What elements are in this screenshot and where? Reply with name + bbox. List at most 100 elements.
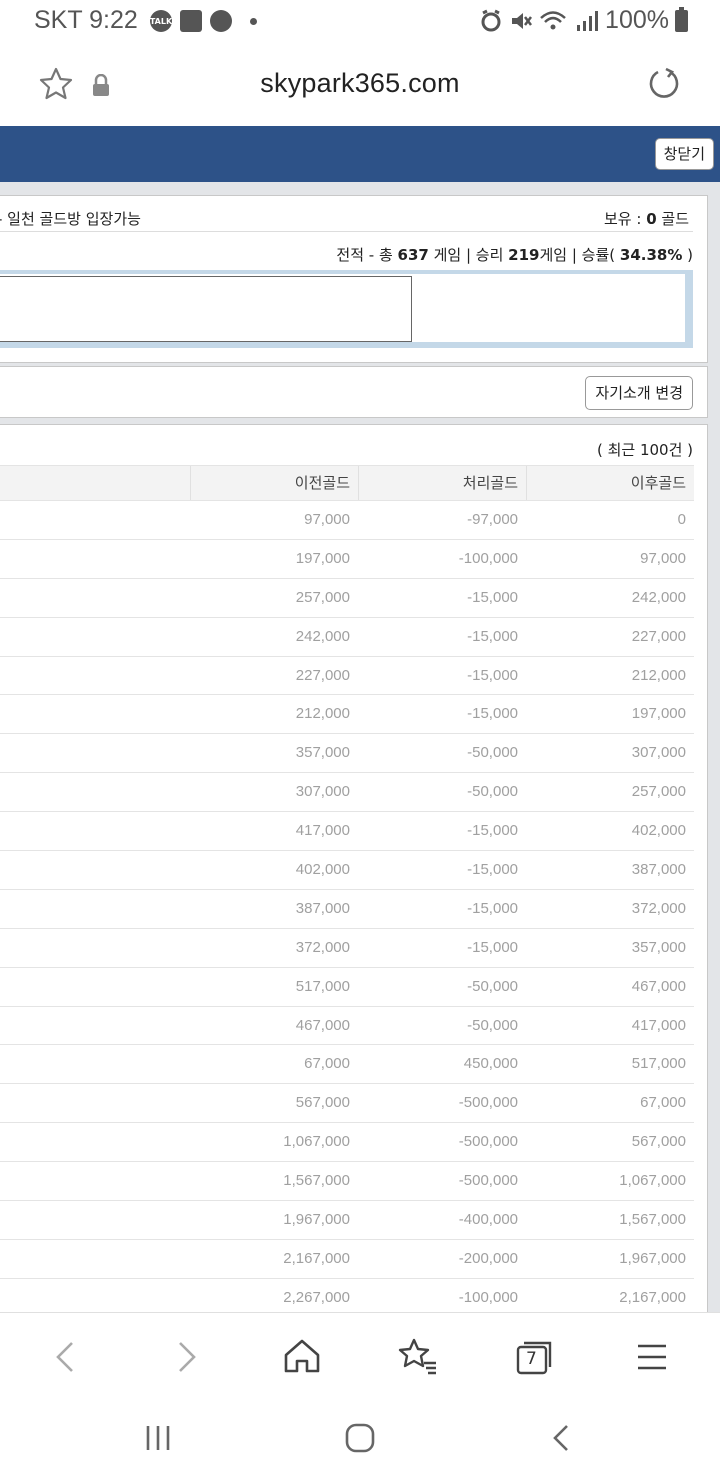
cell-after-gold: 257,000 <box>631 783 686 801</box>
back-icon[interactable] <box>44 1335 88 1379</box>
table-row: 1,067,000 -500,000 567,000 <box>0 1123 694 1163</box>
cell-description <box>0 618 190 656</box>
cell-change-gold: -15,000 <box>467 822 518 840</box>
cell-change-gold: -200,000 <box>458 1249 518 1267</box>
column-header-before: 이전골드 <box>190 466 358 500</box>
cell-description <box>0 734 190 772</box>
table-header: 이전골드 처리골드 이후골드 <box>0 465 694 501</box>
cell-after-gold: 357,000 <box>631 938 686 956</box>
cell-description <box>0 812 190 850</box>
url-text[interactable]: skypark365.com <box>0 68 720 99</box>
table-row: 517,000 -50,000 467,000 <box>0 968 694 1007</box>
table-row: 1,567,000 -500,000 1,067,000 <box>0 1162 694 1202</box>
cell-change-gold: -100,000 <box>458 549 518 567</box>
table-row: 97,000 -97,000 0 <box>0 501 694 540</box>
record-rate: 34.38% <box>619 246 683 264</box>
cell-change-gold: 450,000 <box>463 1055 518 1073</box>
more-notifications-dot <box>250 18 257 25</box>
cell-description <box>0 1084 190 1122</box>
record-wins: 219 <box>508 246 540 264</box>
cell-description <box>0 501 190 539</box>
cell-change-gold: -15,000 <box>467 861 518 879</box>
table-row: 67,000 450,000 517,000 <box>0 1045 694 1085</box>
cell-after-gold: 372,000 <box>631 899 686 917</box>
game-record: 전적 - 총 637 게임 | 승리 219게임 | 승률( 34.38% ) <box>336 244 693 265</box>
note-icon <box>180 10 202 32</box>
table-row: 307,000 -50,000 257,000 <box>0 773 694 813</box>
alarm-icon <box>481 9 501 31</box>
cell-description <box>0 773 190 811</box>
cell-before-gold: 387,000 <box>295 899 350 917</box>
column-header-change: 처리골드 <box>358 466 526 500</box>
home-icon[interactable] <box>280 1335 324 1379</box>
cell-after-gold: 387,000 <box>631 861 686 879</box>
table-row: 257,000 -15,000 242,000 <box>0 579 694 618</box>
holdings-prefix: 보유 : <box>603 210 647 228</box>
cell-after-gold: 307,000 <box>631 744 686 762</box>
cell-description <box>0 851 190 889</box>
cell-change-gold: -500,000 <box>458 1094 518 1112</box>
record-mid1: 게임 | 승리 <box>428 246 509 264</box>
cell-after-gold: 1,567,000 <box>619 1211 686 1229</box>
cell-description <box>0 1201 190 1239</box>
cell-change-gold: -15,000 <box>467 588 518 606</box>
cell-description <box>0 1123 190 1161</box>
close-window-button[interactable]: 창닫기 <box>654 138 714 170</box>
profile-info-row: - 일천 골드방 입장가능 보유 : 0 골드 <box>0 206 693 232</box>
system-navigation-bar <box>0 1400 720 1480</box>
cell-before-gold: 1,567,000 <box>283 1172 350 1190</box>
entry-note: - 일천 골드방 입장가능 <box>0 210 141 228</box>
cell-after-gold: 402,000 <box>631 822 686 840</box>
tabs-icon[interactable]: 7 <box>512 1335 556 1379</box>
cell-after-gold: 567,000 <box>631 1133 686 1151</box>
cell-description <box>0 890 190 928</box>
cell-after-gold: 242,000 <box>631 588 686 606</box>
cell-change-gold: -15,000 <box>467 705 518 723</box>
cell-change-gold: -15,000 <box>467 666 518 684</box>
cell-after-gold: 1,067,000 <box>619 1172 686 1190</box>
cell-description <box>0 579 190 617</box>
record-total: 637 <box>397 246 429 264</box>
cell-after-gold: 517,000 <box>631 1055 686 1073</box>
cell-before-gold: 1,067,000 <box>283 1133 350 1151</box>
gold-history-panel: ( 최근 100건 ) 이전골드 처리골드 이후골드 97,000 -97,000… <box>0 424 708 1324</box>
intro-text-field[interactable] <box>0 276 412 342</box>
cell-before-gold: 357,000 <box>295 744 350 762</box>
menu-icon[interactable] <box>630 1335 674 1379</box>
cell-before-gold: 67,000 <box>304 1055 350 1073</box>
cell-after-gold: 212,000 <box>631 666 686 684</box>
back-button-icon[interactable] <box>542 1418 582 1458</box>
cell-after-gold: 0 <box>677 511 686 528</box>
holdings-value: 0 <box>646 210 657 228</box>
table-row: 227,000 -15,000 212,000 <box>0 657 694 696</box>
cell-before-gold: 1,967,000 <box>283 1211 350 1229</box>
cell-before-gold: 242,000 <box>295 627 350 645</box>
forward-icon[interactable] <box>164 1335 208 1379</box>
recent-apps-icon[interactable] <box>138 1418 178 1458</box>
notification-icons: TALK <box>150 10 257 32</box>
table-row: 372,000 -15,000 357,000 <box>0 929 694 968</box>
cell-change-gold: -50,000 <box>467 977 518 995</box>
holdings: 보유 : 0 골드 <box>604 208 689 229</box>
cell-before-gold: 517,000 <box>295 977 350 995</box>
record-mid2: 게임 | 승률( <box>539 246 620 264</box>
gold-history-table: 이전골드 처리골드 이후골드 97,000 -97,000 0 197,000 -100… <box>0 465 694 1318</box>
cell-change-gold: -15,000 <box>467 627 518 645</box>
url-bar: skypark365.com <box>0 44 720 126</box>
cell-description <box>0 968 190 1006</box>
home-button-icon[interactable] <box>340 1418 380 1458</box>
column-header-after: 이후골드 <box>526 466 694 500</box>
bookmarks-icon[interactable] <box>396 1335 440 1379</box>
table-row: 357,000 -50,000 307,000 <box>0 734 694 774</box>
cell-before-gold: 212,000 <box>295 705 350 723</box>
cell-before-gold: 197,000 <box>295 549 350 567</box>
battery-icon <box>675 6 688 32</box>
change-intro-button[interactable]: 자기소개 변경 <box>585 376 693 410</box>
intro-box <box>0 270 693 348</box>
intro-panel: 자기소개 변경 <box>0 366 708 418</box>
record-end: ) <box>682 246 693 264</box>
reload-icon[interactable] <box>646 66 682 102</box>
cell-before-gold: 467,000 <box>295 1016 350 1034</box>
cell-before-gold: 417,000 <box>295 822 350 840</box>
table-row: 212,000 -15,000 197,000 <box>0 695 694 735</box>
